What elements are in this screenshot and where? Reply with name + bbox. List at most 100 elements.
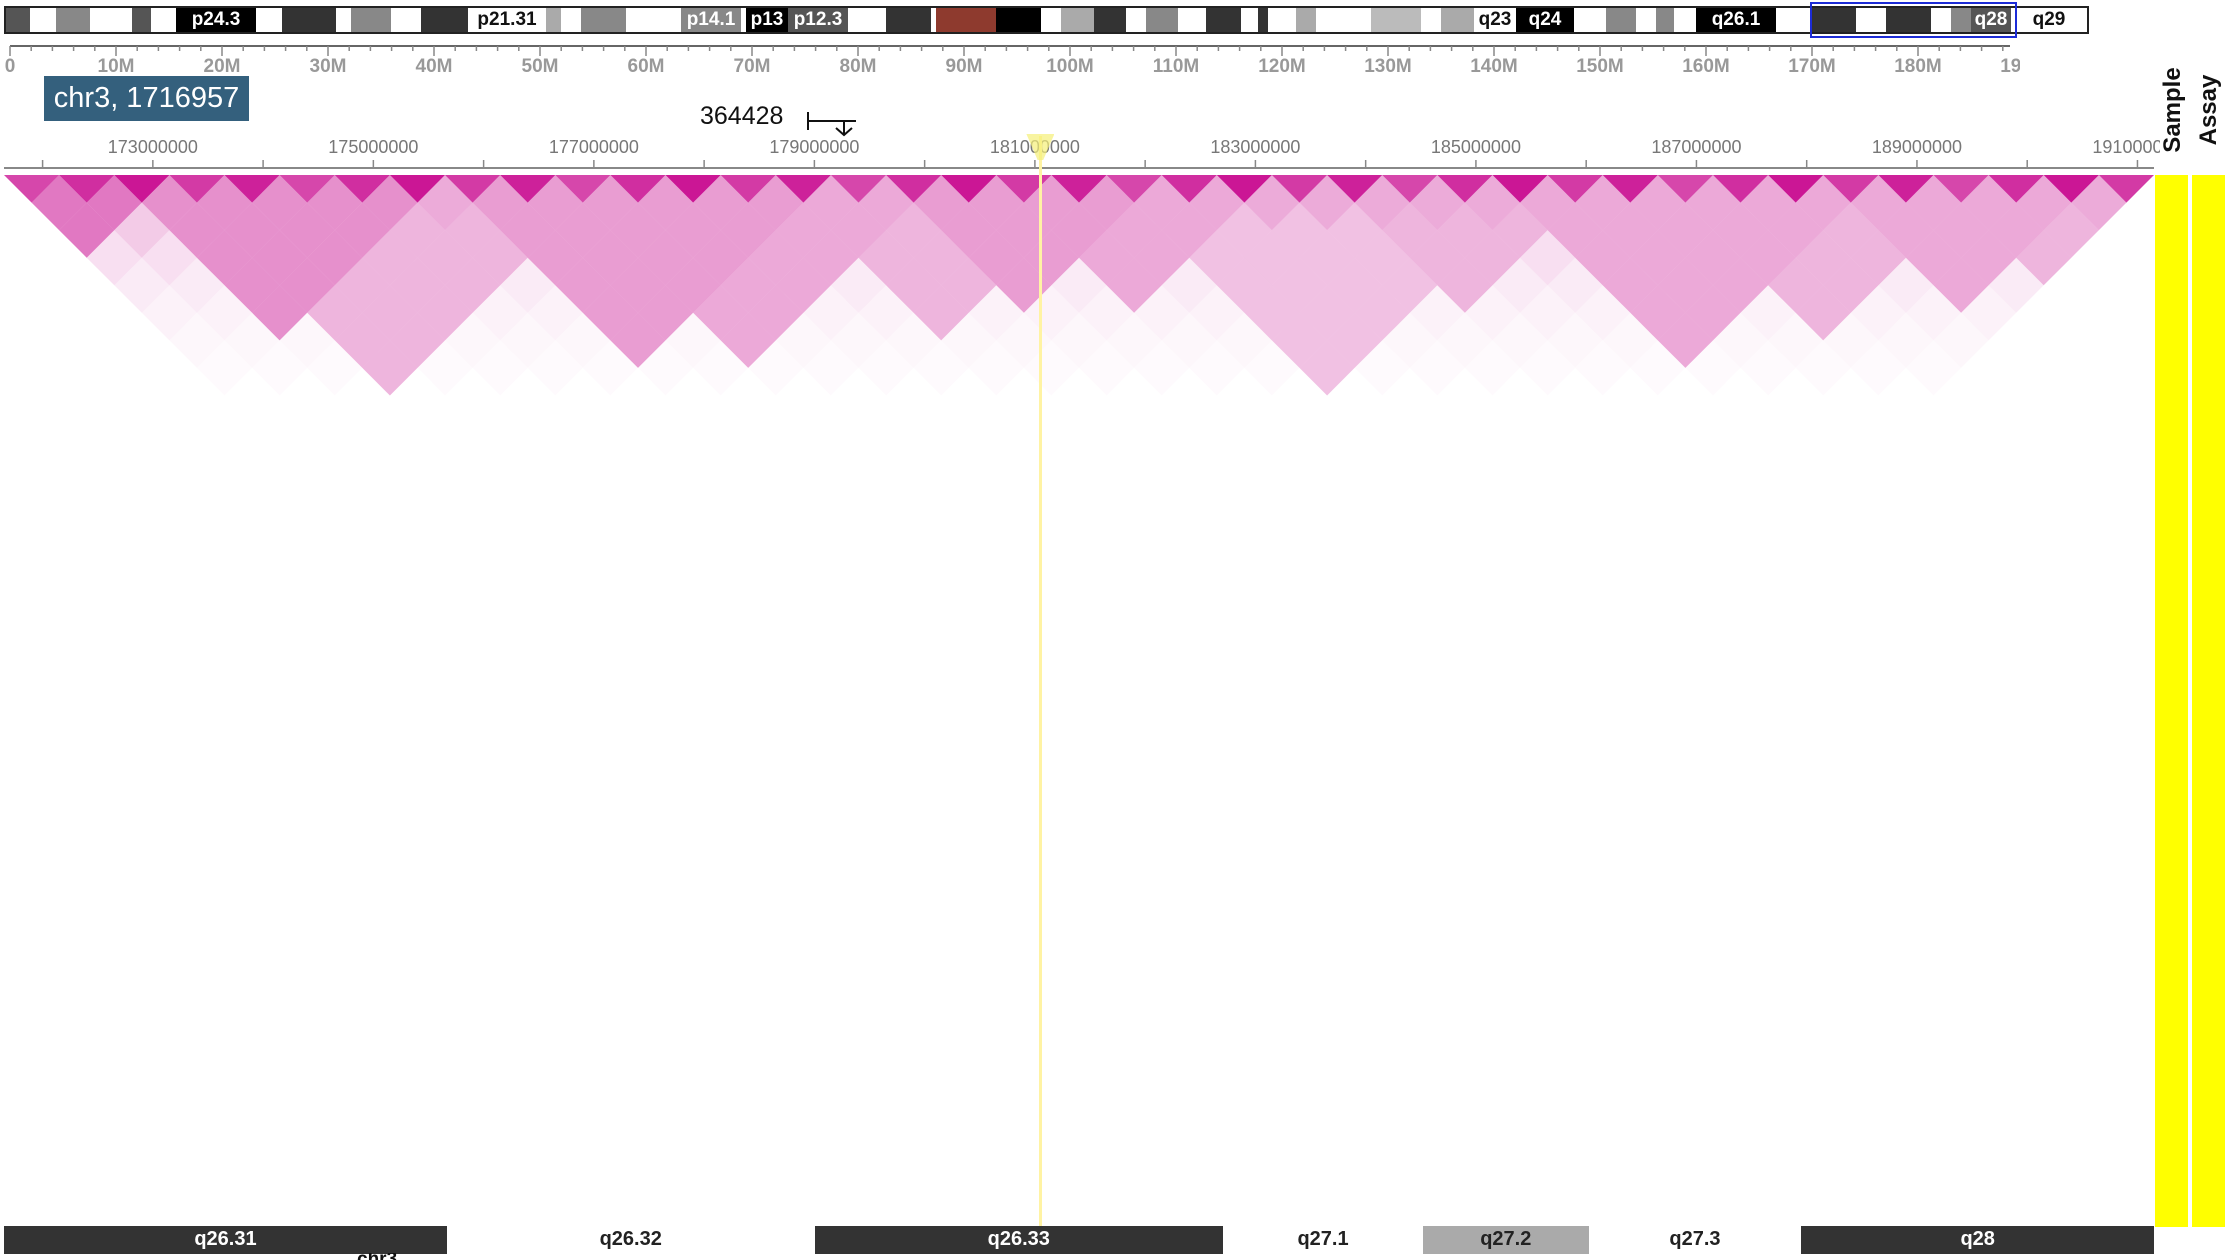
axis-tick-label: 177000000 [549, 137, 639, 157]
ideogram-band[interactable] [56, 8, 90, 32]
ideogram-band[interactable] [1441, 8, 1474, 32]
ideogram-band[interactable] [351, 8, 391, 32]
cytoband[interactable]: q26.31 [4, 1226, 447, 1254]
ideogram-band[interactable] [1606, 8, 1636, 32]
ideogram-band[interactable] [132, 8, 151, 32]
ideogram-band[interactable] [336, 8, 351, 32]
ruler-tick-label: 190M [2000, 56, 2020, 77]
ideogram-band[interactable] [1316, 8, 1371, 32]
ideogram-band[interactable]: p21.31 [468, 8, 546, 32]
ideogram-band[interactable] [1206, 8, 1241, 32]
ideogram-band[interactable] [1421, 8, 1441, 32]
ideogram-view-window[interactable] [1810, 2, 2017, 38]
ideogram-band-label: q26.1 [1711, 9, 1761, 30]
genome-ruler: 0 10M 20M 30M 40M 50M 60M 70M 80M 90M 100M 110M 120M… [5, 45, 2020, 77]
ideogram-band[interactable]: p14.1 [681, 8, 741, 32]
ideogram-band[interactable] [1268, 8, 1296, 32]
ruler-tick-label: 120M [1258, 56, 1306, 77]
chromosome-name: chr3 [357, 1253, 397, 1260]
ideogram-band[interactable] [546, 8, 561, 32]
axis-tick-label: 173000000 [108, 137, 198, 157]
ideogram-band[interactable] [1241, 8, 1258, 32]
ruler-tick-label: 100M [1046, 56, 1094, 77]
ideogram-band[interactable] [626, 8, 681, 32]
ideogram-band[interactable] [561, 8, 581, 32]
ideogram-band-label: p24.3 [191, 9, 241, 30]
cytoband[interactable]: q27.3 [1588, 1226, 1802, 1254]
ideogram-band[interactable] [1041, 8, 1061, 32]
ideogram-band[interactable] [581, 8, 626, 32]
ruler-tick-label: 70M [734, 56, 771, 77]
ideogram-band[interactable] [1146, 8, 1178, 32]
ideogram-band[interactable]: p24.3 [176, 8, 256, 32]
ideogram-band[interactable] [6, 8, 30, 32]
ideogram-band[interactable] [1636, 8, 1656, 32]
ideogram-band[interactable] [151, 8, 176, 32]
cytoband[interactable]: q28 [1801, 1226, 2154, 1254]
cytoband[interactable]: q26.32 [446, 1226, 815, 1254]
ruler-tick-label: 60M [628, 56, 665, 77]
sample-color-column[interactable] [2155, 175, 2188, 1227]
assay-header[interactable]: Assay [2190, 58, 2230, 168]
ideogram-band[interactable] [1094, 8, 1126, 32]
ruler-tick-label: 10M [98, 56, 135, 77]
ideogram-band[interactable] [1674, 8, 1696, 32]
axis-tick-label: 189000000 [1872, 137, 1962, 157]
ideogram-band[interactable] [1574, 8, 1606, 32]
ideogram-band[interactable]: p13 [746, 8, 788, 32]
chromosome-ideogram[interactable]: p24.3 p21.31 p14.1 p13 p12.3 q23 q24 q26.1 q28 q2… [4, 6, 2089, 34]
ideogram-band[interactable] [1656, 8, 1674, 32]
ideogram-band[interactable] [90, 8, 132, 32]
axis-tick-label: 183000000 [1210, 137, 1300, 157]
cursor-line [1039, 136, 1043, 1226]
ideogram-band[interactable] [391, 8, 421, 32]
cytoband[interactable]: q27.2 [1423, 1226, 1589, 1254]
ruler-tick-label: 0 [5, 56, 16, 77]
ideogram-band[interactable] [886, 8, 931, 32]
ideogram-band[interactable]: q24 [1516, 8, 1574, 32]
ideogram-band[interactable] [30, 8, 56, 32]
ideogram-band-label: q24 [1528, 9, 1562, 30]
ideogram-band-label: p12.3 [793, 9, 843, 30]
ruler-tick-label: 40M [416, 56, 453, 77]
ideogram-band[interactable] [1258, 8, 1268, 32]
cytoband[interactable]: q26.33 [814, 1226, 1224, 1254]
hic-contact-heatmap[interactable] [4, 175, 2154, 1225]
ideogram-band[interactable] [848, 8, 886, 32]
ideogram-band[interactable] [1296, 8, 1316, 32]
sample-header[interactable]: Sample [2154, 58, 2194, 168]
ideogram-band[interactable] [1061, 8, 1094, 32]
ideogram-band[interactable] [1776, 8, 1811, 32]
ideogram-band[interactable]: q29 [2011, 8, 2087, 32]
gene-label: 364428 [700, 102, 784, 130]
ruler-tick-label: 90M [946, 56, 983, 77]
ideogram-band[interactable] [256, 8, 282, 32]
ruler-tick-label: 80M [840, 56, 877, 77]
centromere[interactable] [936, 8, 996, 32]
ruler-tick-label: 170M [1788, 56, 1836, 77]
cytoband[interactable]: q27.1 [1223, 1226, 1423, 1254]
assay-color-column[interactable] [2192, 175, 2225, 1227]
ideogram-band-label: p13 [750, 9, 784, 30]
ideogram-band[interactable] [282, 8, 336, 32]
ideogram-band[interactable] [421, 8, 468, 32]
ideogram-band[interactable] [1371, 8, 1421, 32]
axis-tick-label: 175000000 [328, 137, 418, 157]
axis-tick-label: 185000000 [1431, 137, 1521, 157]
ideogram-band[interactable]: q23 [1474, 8, 1516, 32]
locus-label: chr3, 1716957 [44, 76, 249, 121]
axis-tick-label: 187000000 [1651, 137, 1741, 157]
ideogram-band-label: p14.1 [686, 9, 736, 30]
ideogram-band[interactable] [1126, 8, 1146, 32]
ideogram-band[interactable]: q26.1 [1696, 8, 1776, 32]
axis-tick-label: 191000000 [2092, 137, 2160, 157]
ruler-tick-label: 180M [1894, 56, 1942, 77]
ruler-tick-label: 130M [1364, 56, 1412, 77]
ideogram-band-label: q29 [2032, 9, 2066, 30]
position-axis: 1730000001750000001770000001790000001810… [4, 137, 2160, 169]
ideogram-band[interactable] [1178, 8, 1206, 32]
ideogram-band[interactable] [996, 8, 1041, 32]
ideogram-band[interactable]: p12.3 [788, 8, 848, 32]
ruler-tick-label: 150M [1576, 56, 1624, 77]
ruler-tick-label: 160M [1682, 56, 1730, 77]
